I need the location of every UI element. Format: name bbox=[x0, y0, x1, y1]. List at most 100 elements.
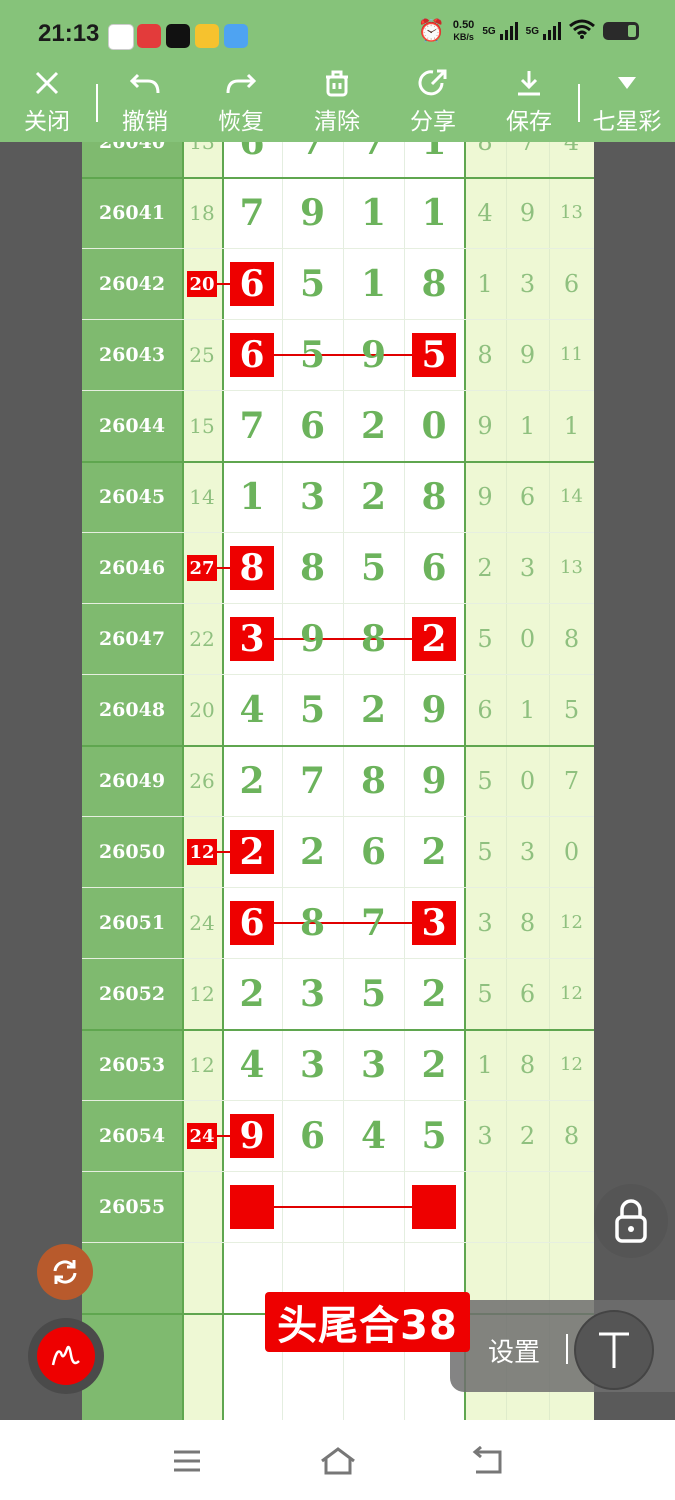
clear-label: 清除 bbox=[314, 109, 360, 135]
redo-button[interactable]: 恢复 bbox=[208, 66, 274, 142]
stat-value: 9 bbox=[519, 340, 536, 369]
stat-value: 2 bbox=[477, 553, 493, 582]
stat-value: 9 bbox=[477, 411, 493, 440]
undo-label: 撤销 bbox=[122, 109, 168, 135]
digit bbox=[343, 1171, 404, 1242]
notification-app-icon bbox=[108, 24, 134, 50]
sum-value: 12 bbox=[189, 981, 215, 1006]
digit: 9 bbox=[421, 688, 447, 731]
stat-value: 5 bbox=[477, 766, 493, 795]
save-button[interactable]: 保存 bbox=[496, 66, 562, 142]
stat-value: 7 bbox=[506, 142, 549, 177]
undo-button[interactable]: 撤销 bbox=[112, 66, 178, 142]
close-button[interactable]: 关闭 bbox=[14, 66, 80, 142]
text-tool-icon bbox=[599, 1332, 629, 1368]
back-button[interactable] bbox=[470, 1445, 504, 1480]
stat-value: 14 bbox=[560, 486, 583, 507]
digit: 9 bbox=[421, 759, 447, 802]
lottery-type-label: 七星彩 bbox=[592, 109, 662, 135]
sum-value: 14 bbox=[189, 484, 215, 509]
stat-value: 6 bbox=[519, 979, 536, 1008]
refresh-button[interactable] bbox=[37, 1244, 93, 1300]
sum-connector bbox=[217, 283, 231, 285]
digit: 2 bbox=[421, 1043, 447, 1086]
stat-value: 4 bbox=[549, 142, 594, 177]
stat-value: 5 bbox=[477, 979, 493, 1008]
digit: 7 bbox=[282, 142, 343, 177]
home-button[interactable] bbox=[320, 1446, 356, 1480]
period-number: 26040 bbox=[82, 142, 182, 177]
digit: 7 bbox=[360, 901, 387, 944]
highlighted-digit bbox=[230, 1185, 274, 1229]
sum-value: 24 bbox=[189, 910, 215, 935]
stat-value: 2 bbox=[519, 1121, 536, 1150]
digit: 5 bbox=[299, 262, 326, 305]
pen-tool-button[interactable] bbox=[28, 1318, 104, 1394]
digit: 6 bbox=[360, 830, 387, 873]
trend-chart[interactable]: 2604013677187426041187911491326042206518… bbox=[82, 142, 594, 1420]
text-tool-button[interactable] bbox=[574, 1310, 654, 1390]
digit: 2 bbox=[421, 972, 447, 1015]
period-number: 26042 bbox=[98, 272, 166, 295]
stat-value: 8 bbox=[563, 624, 580, 653]
stat-value: 1 bbox=[519, 695, 536, 724]
sum-highlight: 27 bbox=[187, 555, 217, 581]
highlighted-digit: 6 bbox=[230, 901, 274, 945]
lock-button[interactable] bbox=[594, 1184, 668, 1258]
period-number: 26052 bbox=[98, 982, 166, 1005]
undo-icon bbox=[130, 66, 160, 100]
digit: 3 bbox=[299, 972, 326, 1015]
stat-value: 8 bbox=[519, 908, 536, 937]
notification-app-icon bbox=[224, 24, 248, 48]
digit: 6 bbox=[299, 404, 326, 447]
digit: 1 bbox=[239, 475, 265, 518]
digit: 1 bbox=[421, 191, 447, 234]
sum-highlight: 24 bbox=[187, 1123, 217, 1149]
head-tail-sum-label[interactable]: 头尾合38 bbox=[265, 1292, 470, 1352]
period-number: 26049 bbox=[98, 769, 166, 792]
digit: 3 bbox=[360, 1043, 387, 1086]
digit: 8 bbox=[360, 617, 387, 660]
settings-button[interactable]: 设置 bbox=[488, 1332, 540, 1369]
highlighted-digit: 3 bbox=[230, 617, 274, 661]
highlighted-digit bbox=[412, 1185, 456, 1229]
highlighted-digit: 5 bbox=[412, 333, 456, 377]
digit: 9 bbox=[360, 333, 387, 376]
stat-value: 12 bbox=[560, 1054, 583, 1075]
clear-button[interactable]: 清除 bbox=[304, 66, 370, 142]
sum-value: 13 bbox=[182, 142, 222, 177]
close-icon bbox=[33, 66, 61, 100]
sum-value bbox=[182, 1313, 222, 1384]
period-number: 26050 bbox=[98, 840, 166, 863]
period-number: 26046 bbox=[98, 556, 166, 579]
digit: 8 bbox=[421, 262, 447, 305]
stat-value: 8 bbox=[519, 1050, 536, 1079]
share-button[interactable]: 分享 bbox=[400, 66, 466, 142]
network-speed-unit: KB/s bbox=[453, 32, 474, 42]
highlighted-digit: 6 bbox=[230, 333, 274, 377]
digit: 1 bbox=[360, 191, 387, 234]
period-number: 26044 bbox=[98, 414, 166, 437]
stat-value: 8 bbox=[464, 142, 506, 177]
highlighted-digit: 3 bbox=[412, 901, 456, 945]
toolbar: 关闭 撤销 恢复 清除 分享 保存 七星彩 bbox=[0, 66, 675, 142]
lottery-type-dropdown[interactable]: 七星彩 bbox=[586, 66, 668, 142]
digit: 2 bbox=[239, 972, 265, 1015]
stat-value: 11 bbox=[560, 344, 583, 365]
close-label: 关闭 bbox=[24, 109, 70, 135]
menu-button[interactable] bbox=[172, 1448, 202, 1478]
stat-value: 1 bbox=[477, 269, 493, 298]
wifi-icon bbox=[569, 19, 595, 44]
menu-icon bbox=[174, 1450, 200, 1472]
digit: 2 bbox=[239, 759, 265, 802]
sum-connector bbox=[217, 851, 231, 853]
highlighted-digit: 8 bbox=[230, 546, 274, 590]
download-icon bbox=[515, 66, 543, 100]
sum-value bbox=[182, 1171, 222, 1242]
refresh-icon bbox=[53, 1260, 77, 1284]
digit: 6 bbox=[421, 546, 447, 589]
stat-value: 3 bbox=[519, 553, 536, 582]
stat-value: 0 bbox=[563, 837, 580, 866]
stat-value: 3 bbox=[519, 837, 536, 866]
period-number: 26053 bbox=[98, 1053, 166, 1076]
